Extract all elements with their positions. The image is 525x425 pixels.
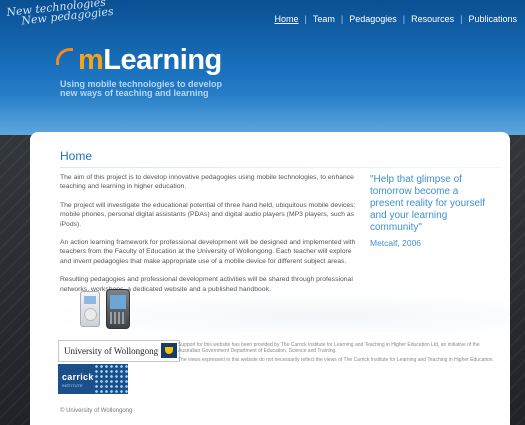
carrick-label: carrick — [62, 372, 94, 382]
intro-paragraph-1: The aim of this project is to develop in… — [60, 174, 354, 191]
content-panel: Home The aim of this project is to devel… — [30, 132, 510, 425]
tagline: New technologies New pedagogies — [6, 0, 114, 28]
carrick-logo[interactable]: carrick INSTITUTE — [58, 364, 128, 394]
uow-label: University of Wollongong — [64, 346, 159, 356]
logo-word: Learning — [103, 44, 222, 76]
intro-paragraph-2: The project will investigate the educati… — [60, 201, 356, 228]
nav-resources[interactable]: Resources — [411, 14, 454, 24]
carrick-sub: INSTITUTE — [62, 383, 83, 388]
pull-quote: "Help that glimpse of tomorrow become a … — [370, 174, 486, 233]
nav-separator: | — [340, 14, 344, 24]
main-nav: Home | Team | Pedagogies | Resources | P… — [274, 14, 517, 24]
site-header: New technologies New pedagogies Home | T… — [0, 0, 525, 135]
nav-team[interactable]: Team — [313, 14, 335, 24]
nav-publications[interactable]: Publications — [468, 14, 517, 24]
intro-text: The aim of this project is to develop in… — [60, 173, 360, 303]
disclaimer-text: The views expressed in this website do n… — [178, 357, 494, 363]
logo-subtitle-line-2: new ways of teaching and learning — [60, 88, 209, 98]
intro-paragraph-3: An action learning framework for profess… — [60, 239, 356, 265]
title-divider — [60, 167, 500, 168]
pda-image — [106, 289, 130, 329]
nav-separator: | — [460, 14, 463, 24]
nav-home[interactable]: Home — [274, 14, 298, 24]
support-text: Support for this website has been provid… — [178, 342, 480, 354]
uow-crest-icon — [161, 343, 177, 358]
quote-author: Metcalf, 2006 — [370, 238, 422, 248]
support-notice: Support for this website has been provid… — [178, 342, 494, 366]
nav-separator: | — [304, 14, 307, 24]
carrick-dots-icon — [94, 364, 128, 394]
logo-arc-icon — [54, 44, 76, 76]
page-title: Home — [60, 149, 93, 163]
nav-pedagogies[interactable]: Pedagogies — [349, 14, 397, 24]
mlearning-logo[interactable]: mLearning — [54, 44, 222, 76]
copyright: © University of Wollongong — [60, 408, 133, 414]
logo-subtitle: Using mobile technologies to develop new… — [60, 80, 222, 98]
device-images — [80, 289, 140, 329]
logo-text: mLearning — [78, 44, 222, 76]
ipod-image — [80, 291, 100, 327]
nav-separator: | — [402, 14, 406, 24]
uow-logo[interactable]: University of Wollongong — [58, 340, 180, 362]
logo-prefix: m — [78, 44, 104, 76]
